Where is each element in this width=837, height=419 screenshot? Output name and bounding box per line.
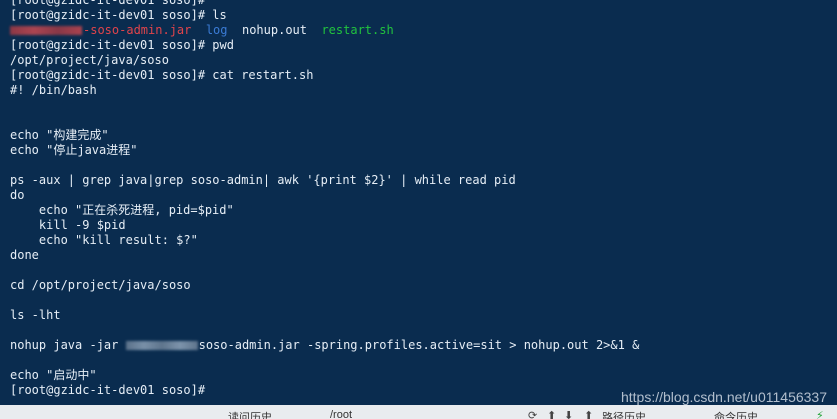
terminal-line: [root@gzidc-it-dev01 soso]# cat restart.… [10,68,314,82]
terminal-line: done [10,248,39,262]
refresh-icon[interactable]: ⟳ [528,409,537,419]
file-jar: -soso-admin.jar [83,23,192,37]
file-restart-sh: restart.sh [321,23,394,37]
terminal-line: echo "停止java进程" [10,143,138,157]
redacted-blur [125,341,198,350]
nohup-command-line: nohup java -jar soso-admin.jar -spring.p… [10,338,837,353]
footer-item-path-history[interactable]: 路径历史 [602,409,646,419]
terminal-line: ps -aux | grep java|grep soso-admin| awk… [10,173,516,187]
bottom-toolbar: 读问历史 /root ⟳ ⬆ ⬇ ⬆ 路径历史 命令历史 ⚡ [0,405,837,419]
dir-log: log [205,23,228,37]
lightning-icon[interactable]: ⚡ [816,409,824,419]
command-prefix: nohup java -jar [10,338,126,352]
arrow-up-icon[interactable]: ⬆ [547,409,556,419]
terminal-line: ls -lht [10,308,61,322]
terminal-line: do [10,188,25,202]
terminal-output[interactable]: [root@gzidc-it-dev01 soso]# [root@gzidc-… [0,0,837,405]
terminal-line: echo "构建完成" [10,128,109,142]
terminal-line: echo "正在杀死进程, pid=$pid" [10,203,234,217]
terminal-line: echo "启动中" [10,368,97,382]
arrow-up-icon[interactable]: ⬆ [584,409,593,419]
footer-item-history[interactable]: 读问历史 [228,409,272,419]
terminal-line: [root@gzidc-it-dev01 soso]# pwd [10,38,234,52]
footer-item-path[interactable]: /root [330,409,352,419]
command-suffix: soso-admin.jar -spring.profiles.active=s… [198,338,640,352]
arrow-down-icon[interactable]: ⬇ [564,409,573,419]
ls-output-line: -soso-admin.jar log nohup.out restart.sh [10,23,837,38]
terminal-line: [root@gzidc-it-dev01 soso]# [10,0,206,7]
file-nohup: nohup.out [241,23,307,37]
terminal-line: cd /opt/project/java/soso [10,278,191,292]
footer-item-command-history[interactable]: 命令历史 [714,409,758,419]
terminal-line: kill -9 $pid [10,218,126,232]
redacted-blur [10,26,82,35]
watermark: https://blog.csdn.net/u011456337 [620,389,827,405]
terminal-line: #! /bin/bash [10,83,97,97]
terminal-line: [root@gzidc-it-dev01 soso]# ls [10,8,227,22]
terminal-line: echo "kill result: $?" [10,233,198,247]
terminal-line: /opt/project/java/soso [10,53,169,67]
